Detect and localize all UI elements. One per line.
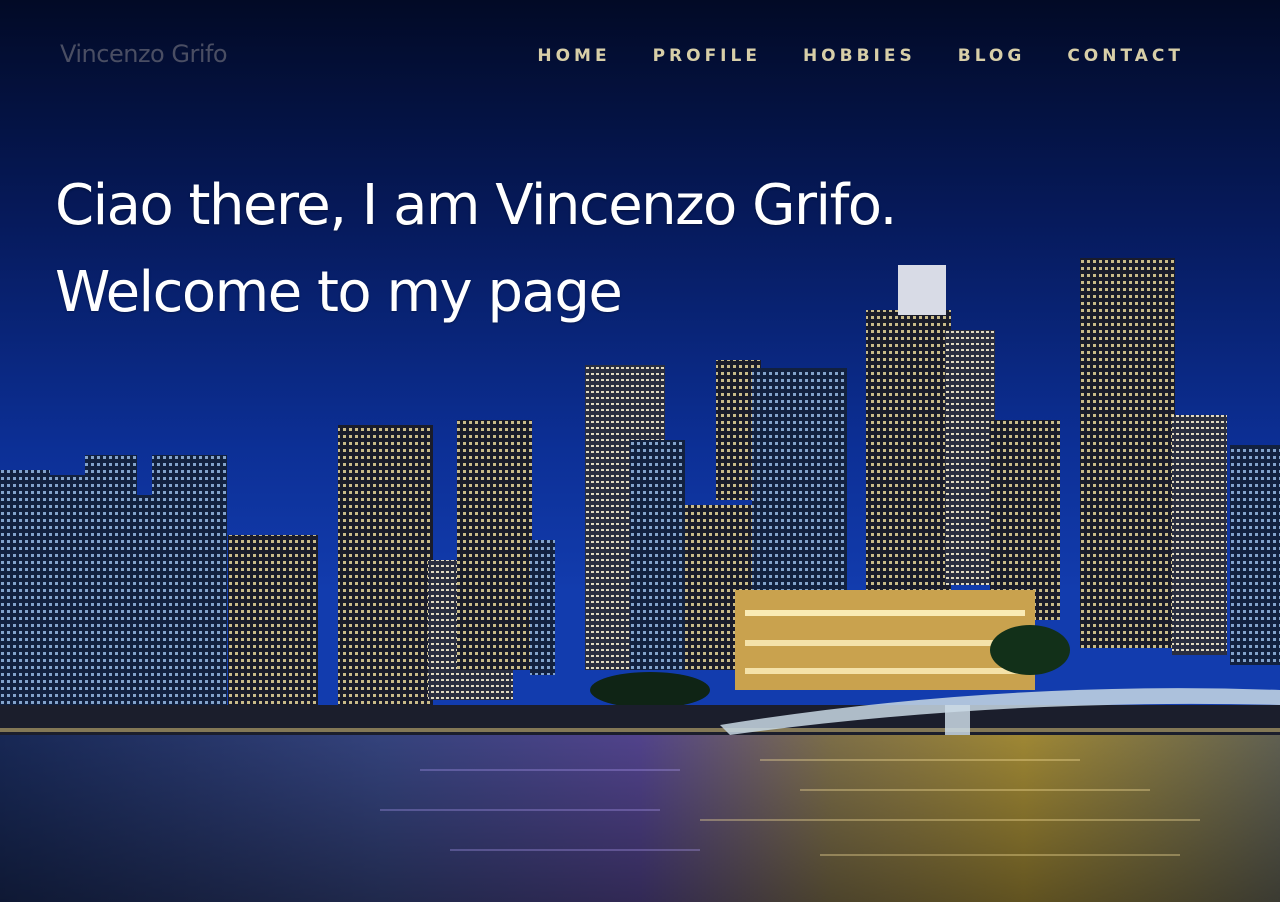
nav-link-contact[interactable]: CONTACT — [1067, 46, 1184, 66]
skyline-background-image — [0, 0, 1280, 902]
nav-link-blog[interactable]: BLOG — [958, 46, 1026, 66]
page: Vincenzo Grifo HOME PROFILE HOBBIES BLOG… — [0, 0, 1280, 902]
nav-link-profile[interactable]: PROFILE — [653, 46, 761, 66]
hero-line-greeting: Ciao there, I am Vincenzo Grifo. — [55, 173, 897, 238]
brand-logo-link[interactable]: Vincenzo Grifo — [60, 40, 228, 68]
nav-link-hobbies[interactable]: HOBBIES — [803, 46, 916, 66]
site-header: Vincenzo Grifo HOME PROFILE HOBBIES BLOG… — [0, 0, 1280, 116]
nav-link-home[interactable]: HOME — [537, 46, 610, 66]
hero-heading: Ciao there, I am Vincenzo Grifo. Welcome… — [55, 162, 897, 336]
main-nav: HOME PROFILE HOBBIES BLOG CONTACT — [537, 46, 1184, 66]
hero-line-welcome: Welcome to my page — [55, 260, 623, 325]
